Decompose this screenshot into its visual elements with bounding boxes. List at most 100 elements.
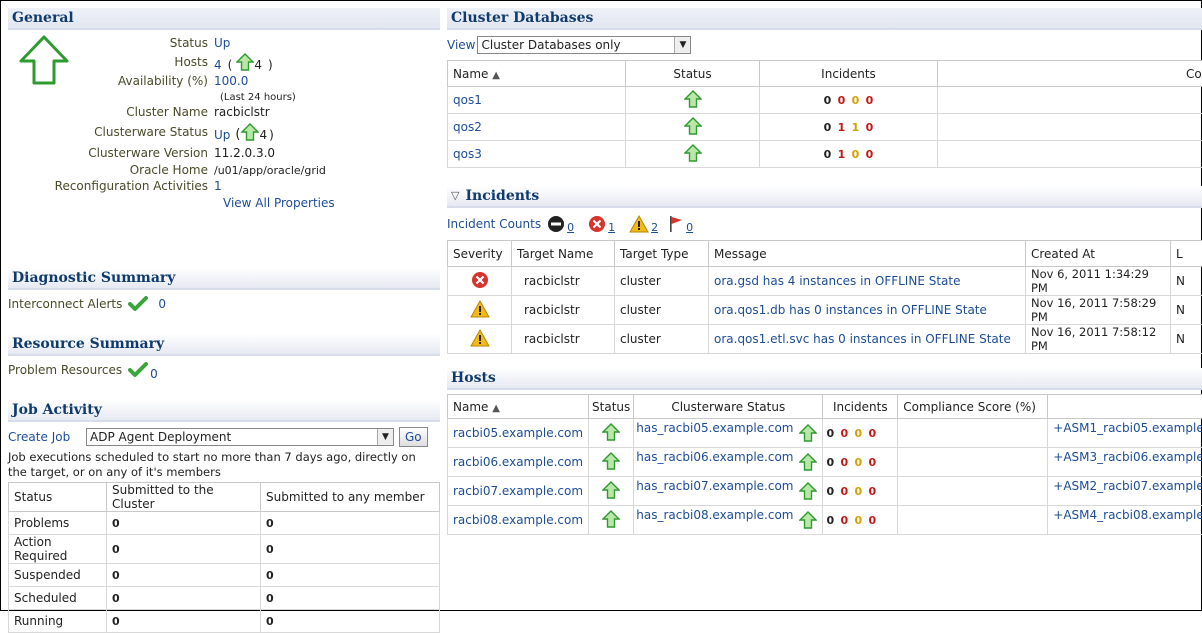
right-column: Cluster Databases View Cluster Databases… [447, 8, 1202, 535]
db-status-cell [626, 114, 760, 141]
reconfig-link[interactable]: 1 [214, 179, 222, 193]
cw-up-count: 4 [259, 128, 267, 142]
host-compliance-cell [898, 506, 1048, 535]
col-name[interactable]: Name ▲ [448, 61, 626, 87]
host-compliance-cell [898, 448, 1048, 477]
incident-count: 0 [851, 485, 865, 498]
critical-icon [588, 215, 606, 233]
critical-count-link[interactable]: 1 [608, 221, 615, 234]
view-all-properties-link[interactable]: View All Properties [223, 196, 335, 210]
hosts-up-count: 4 [254, 58, 262, 72]
db-status-cell [626, 141, 760, 168]
db-incidents-cell: 0110 [760, 114, 938, 141]
col-incidents: Incidents [823, 395, 898, 419]
job-table-header-row: Status Submitted to the Cluster Submitte… [9, 483, 440, 512]
incident-count: 0 [865, 456, 879, 469]
host-cw-link[interactable]: has_racbi05.example.com [636, 421, 793, 435]
host-asm-cell[interactable]: +ASM3_racbi06.example [1048, 448, 1202, 477]
host-status-cell [589, 477, 634, 506]
incident-count: 0 [851, 456, 865, 469]
last-cell: N [1171, 325, 1202, 354]
host-asm-link[interactable]: +ASM1_racbi05.example [1053, 421, 1202, 435]
host-name-cell[interactable]: racbi08.example.com [448, 506, 589, 535]
message-cell[interactable]: ora.gsd has 4 instances in OFFLINE State [709, 267, 1026, 296]
host-cw-cell[interactable]: has_racbi06.example.com [634, 448, 823, 477]
interconnect-alerts-link[interactable]: 0 [158, 297, 166, 311]
host-cw-link[interactable]: has_racbi08.example.com [636, 508, 793, 522]
flag-count-link[interactable]: 0 [686, 221, 693, 234]
message-link[interactable]: ora.gsd has 4 instances in OFFLINE State [714, 274, 961, 288]
created-at: Nov 6, 2011 1:34:29 PM [1026, 267, 1171, 296]
host-asm-cell[interactable]: +ASM4_racbi08.example [1048, 506, 1202, 535]
message-link[interactable]: ora.qos1.db has 0 instances in OFFLINE S… [714, 303, 987, 317]
warning-count-link[interactable]: 2 [651, 221, 658, 234]
incident-count: 0 [851, 514, 865, 527]
host-asm-link[interactable]: +ASM4_racbi08.example [1053, 508, 1202, 522]
host-asm-link[interactable]: +ASM2_racbi07.example [1053, 479, 1202, 493]
collapse-triangle-icon[interactable]: ▽ [451, 186, 459, 206]
fatal-count-link[interactable]: 0 [567, 221, 574, 234]
up-arrow-icon [799, 424, 817, 442]
host-asm-cell[interactable]: +ASM1_racbi05.example [1048, 419, 1202, 448]
host-cw-cell[interactable]: has_racbi08.example.com [634, 506, 823, 535]
chevron-down-icon: ▼ [674, 37, 690, 53]
db-name-link[interactable]: qos1 [453, 93, 482, 107]
cw-paren: ( [235, 127, 240, 142]
go-button[interactable]: Go [399, 427, 428, 447]
db-name-cell[interactable]: qos1 [448, 87, 626, 114]
col-created-at: Created At [1026, 241, 1171, 267]
host-asm-cell[interactable]: +ASM2_racbi07.example [1048, 477, 1202, 506]
col-clusterware-status: Clusterware Status [634, 395, 823, 419]
critical-icon [471, 271, 489, 289]
host-name-link[interactable]: racbi08.example.com [453, 513, 583, 527]
status-link[interactable]: Up [214, 36, 230, 50]
message-cell[interactable]: ora.qos1.db has 0 instances in OFFLINE S… [709, 296, 1026, 325]
db-name-link[interactable]: qos3 [453, 147, 482, 161]
message-link[interactable]: ora.qos1.etl.svc has 0 instances in OFFL… [714, 332, 1011, 346]
host-name-cell[interactable]: racbi06.example.com [448, 448, 589, 477]
host-name-cell[interactable]: racbi05.example.com [448, 419, 589, 448]
db-name-cell[interactable]: qos2 [448, 114, 626, 141]
db-status-cell [626, 87, 760, 114]
created-at: Nov 16, 2011 7:58:12 PM [1026, 325, 1171, 354]
hosts-label: Hosts [8, 55, 214, 69]
host-incidents-cell: 0000 [823, 419, 898, 448]
host-name-link[interactable]: racbi06.example.com [453, 455, 583, 469]
host-incidents-cell: 0000 [823, 506, 898, 535]
clusterware-status-link[interactable]: Up [214, 128, 230, 142]
col-submitted-cluster: Submitted to the Cluster [107, 483, 261, 512]
message-cell[interactable]: ora.qos1.etl.svc has 0 instances in OFFL… [709, 325, 1026, 354]
db-name-link[interactable]: qos2 [453, 120, 482, 134]
host-cw-cell[interactable]: has_racbi07.example.com [634, 477, 823, 506]
view-select[interactable]: Cluster Databases only ▼ [477, 36, 691, 54]
db-name-cell[interactable]: qos3 [448, 141, 626, 168]
oracle-home-value: /u01/app/oracle/grid [214, 164, 326, 177]
incident-count: 0 [863, 148, 877, 161]
host-cw-cell[interactable]: has_racbi05.example.com [634, 419, 823, 448]
up-arrow-icon [799, 453, 817, 471]
up-arrow-icon [602, 452, 620, 470]
host-asm-link[interactable]: +ASM3_racbi06.example [1053, 450, 1202, 464]
host-cw-link[interactable]: has_racbi06.example.com [636, 450, 793, 464]
host-name-link[interactable]: racbi05.example.com [453, 426, 583, 440]
job-type-select[interactable]: ADP Agent Deployment ▼ [86, 428, 394, 446]
col-status: Status [589, 395, 634, 419]
target-name: racbiclstr [512, 296, 615, 325]
job-cluster-count: 0 [107, 610, 261, 633]
host-name-cell[interactable]: racbi07.example.com [448, 477, 589, 506]
target-name: racbiclstr [512, 325, 615, 354]
problem-resources-link[interactable]: 0 [150, 367, 158, 381]
incident-count: 0 [863, 121, 877, 134]
incident-count: 0 [849, 148, 863, 161]
incidents-header[interactable]: ▽ Incidents [447, 186, 1202, 208]
col-last: L [1171, 241, 1202, 267]
col-name[interactable]: Name ▲ [448, 395, 589, 419]
incident-count: 0 [837, 456, 851, 469]
hosts-paren-close: ) [268, 58, 273, 72]
host-name-link[interactable]: racbi07.example.com [453, 484, 583, 498]
availability-link[interactable]: 100.0 [214, 74, 248, 88]
reconfig-label: Reconfiguration Activities [8, 179, 214, 193]
table-row: racbiclstr cluster ora.qos1.db has 0 ins… [448, 296, 1202, 325]
host-cw-link[interactable]: has_racbi07.example.com [636, 479, 793, 493]
hosts-link[interactable]: 4 [214, 58, 222, 72]
